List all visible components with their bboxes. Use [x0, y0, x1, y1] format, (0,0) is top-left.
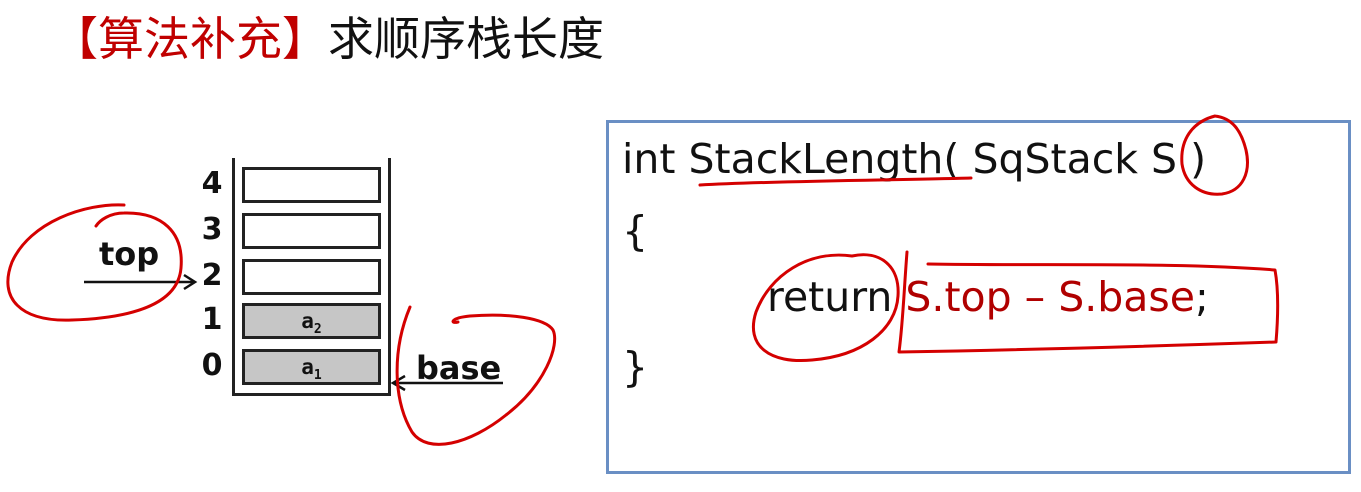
return-circle-annotation — [751, 253, 900, 363]
annotation-layer — [6, 114, 1280, 446]
expression-box-annotation — [897, 250, 1280, 354]
base-pointer-arrow — [390, 374, 503, 392]
stacklength-underline — [698, 176, 973, 187]
base-circle-annotation — [395, 305, 557, 446]
param-s-circle — [1180, 114, 1249, 196]
top-circle-annotation — [6, 203, 183, 322]
